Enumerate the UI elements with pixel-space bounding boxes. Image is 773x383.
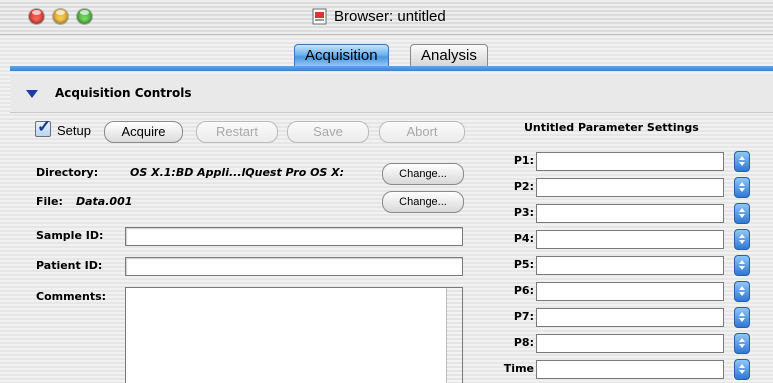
sample-id-label: Sample ID: <box>36 229 104 242</box>
tab-divider <box>10 66 773 71</box>
setup-checkbox[interactable]: ✓ <box>35 117 51 137</box>
comments-label: Comments: <box>36 290 107 303</box>
param-label-p6: P6: <box>513 284 534 297</box>
abort-button[interactable]: Abort <box>379 121 465 143</box>
param-select-p2[interactable] <box>536 178 724 197</box>
acquisition-controls-header[interactable]: Acquisition Controls <box>10 76 773 113</box>
param-select-time[interactable] <box>536 360 724 379</box>
patient-id-label: Patient ID: <box>36 259 103 272</box>
param-label-time: Time <box>503 362 534 375</box>
disclosure-triangle-icon[interactable] <box>26 90 38 98</box>
title-bar[interactable]: Browser: untitled <box>0 0 773 35</box>
param-label-p7: P7: <box>513 310 534 323</box>
acquire-button[interactable]: Acquire <box>104 121 183 143</box>
patient-id-input[interactable] <box>125 257 463 276</box>
directory-path: OS X.1:BD Appli...lQuest Pro OS X: <box>130 166 345 179</box>
param-label-p8: P8: <box>513 336 534 349</box>
param-label-p1: P1: <box>513 154 534 167</box>
section-title: Acquisition Controls <box>55 86 192 100</box>
window-title: Browser: untitled <box>312 8 446 25</box>
param-p5-popup-arrows-icon[interactable] <box>734 255 750 276</box>
parameter-settings-title: Untitled Parameter Settings <box>524 121 699 134</box>
param-label-p4: P4: <box>513 232 534 245</box>
param-select-p5[interactable] <box>536 256 724 275</box>
param-select-p7[interactable] <box>536 308 724 327</box>
param-p2-popup-arrows-icon[interactable] <box>734 177 750 198</box>
param-p8-popup-arrows-icon[interactable] <box>734 333 750 354</box>
param-select-p1[interactable] <box>536 152 724 171</box>
param-select-p8[interactable] <box>536 334 724 353</box>
param-p4-popup-arrows-icon[interactable] <box>734 229 750 250</box>
comments-textarea[interactable] <box>125 287 463 383</box>
param-time-popup-arrows-icon[interactable] <box>734 359 750 380</box>
param-p7-popup-arrows-icon[interactable] <box>734 307 750 328</box>
directory-change-button[interactable]: Change... <box>382 163 464 185</box>
tab-analysis[interactable]: Analysis <box>410 44 488 67</box>
file-change-button[interactable]: Change... <box>382 191 464 213</box>
param-p1-popup-arrows-icon[interactable] <box>734 151 750 172</box>
restart-button[interactable]: Restart <box>196 121 278 143</box>
save-button[interactable]: Save <box>287 121 369 143</box>
checkmark-icon: ✓ <box>37 117 52 136</box>
param-p6-popup-arrows-icon[interactable] <box>734 281 750 302</box>
param-label-p2: P2: <box>513 180 534 193</box>
tab-bar: Acquisition Analysis <box>0 44 773 67</box>
param-select-p6[interactable] <box>536 282 724 301</box>
param-select-p3[interactable] <box>536 204 724 223</box>
close-window-button[interactable] <box>29 9 44 24</box>
param-p3-popup-arrows-icon[interactable] <box>734 203 750 224</box>
file-name: Data.001 <box>76 195 133 208</box>
browser-window: Browser: untitled Acquisition Analysis A… <box>0 0 773 383</box>
minimize-window-button[interactable] <box>53 9 68 24</box>
param-label-p5: P5: <box>513 258 534 271</box>
tab-acquisition[interactable]: Acquisition <box>294 44 389 67</box>
document-icon <box>312 8 327 25</box>
sample-id-input[interactable] <box>125 227 463 246</box>
param-select-p4[interactable] <box>536 230 724 249</box>
comments-scrollbar[interactable] <box>446 288 462 383</box>
param-label-p3: P3: <box>513 206 534 219</box>
file-label: File: <box>36 195 63 208</box>
zoom-window-button[interactable] <box>77 9 92 24</box>
directory-label: Directory: <box>36 166 99 179</box>
setup-label: Setup <box>57 123 91 138</box>
window-title-text: Browser: untitled <box>334 8 446 25</box>
